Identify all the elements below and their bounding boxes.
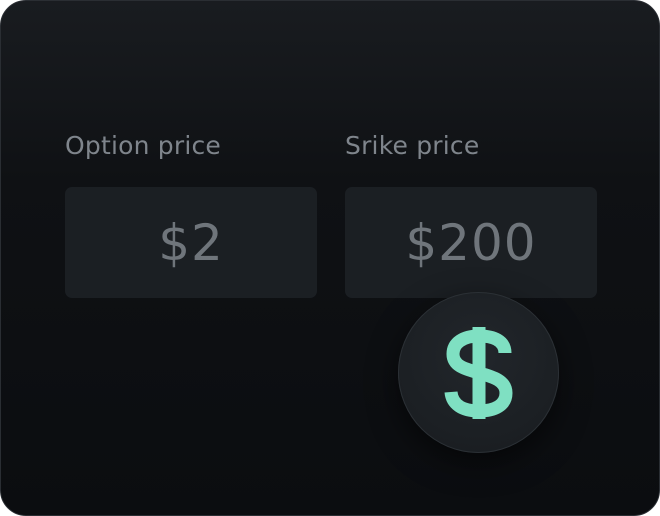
option-price-field[interactable]: $2 (65, 187, 317, 298)
dollar-sign-icon (444, 326, 512, 419)
strike-price-value: $200 (405, 213, 537, 272)
option-price-value: $2 (158, 213, 224, 272)
option-price-label: Option price (65, 131, 222, 160)
strike-price-label: Srike price (345, 131, 480, 160)
strike-price-field[interactable]: $200 (345, 187, 597, 298)
dollar-badge (398, 292, 559, 453)
option-calculator-card: Option price Srike price $2 $200 (0, 0, 660, 516)
